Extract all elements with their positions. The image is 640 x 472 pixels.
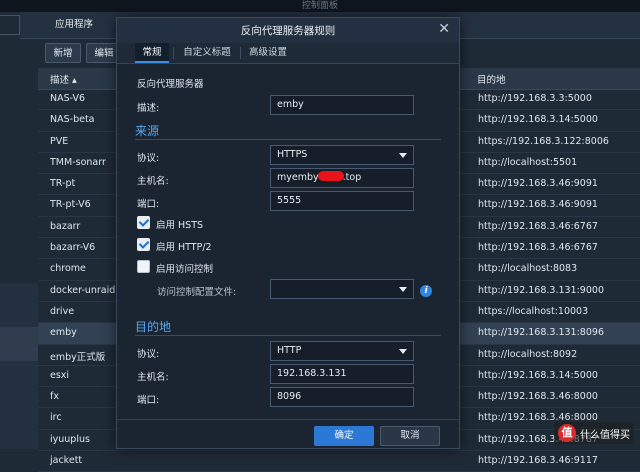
row-destination: http://192.168.3.46:9117 — [478, 455, 598, 467]
row-destination: https://localhost:10003 — [478, 305, 589, 317]
tab-advanced[interactable]: 高级设置 — [243, 43, 293, 63]
window-title: 控制面板 — [0, 0, 640, 12]
redaction-mark — [317, 171, 344, 181]
row-destination: http://192.168.3.46:6767 — [478, 242, 598, 254]
row-description: NAS-V6 — [50, 93, 86, 104]
tab-custom-header[interactable]: 自定义标题 — [177, 43, 237, 63]
add-button[interactable]: 新增 — [45, 43, 81, 63]
dest-protocol-value: HTTP — [277, 345, 302, 356]
source-protocol-select[interactable]: HTTPS — [270, 145, 414, 165]
left-search-field[interactable] — [0, 15, 20, 35]
row-description: iyuuplus — [50, 433, 90, 445]
watermark-logo-icon: 值 — [558, 424, 576, 442]
info-icon[interactable]: i — [420, 285, 432, 297]
source-heading: 来源 — [135, 124, 160, 138]
dest-hostname-field[interactable]: 192.168.3.131 — [270, 364, 414, 384]
access-control-checkbox[interactable] — [137, 260, 150, 273]
row-description: emby正式版 — [50, 351, 106, 363]
tab-separator — [240, 47, 241, 59]
row-destination: http://192.168.3.46:6767 — [478, 220, 598, 232]
hostname-suffix: .top — [342, 172, 362, 183]
row-description: docker-unraid — [50, 284, 116, 296]
row-description: bazarr — [50, 220, 81, 232]
dest-protocol-select[interactable]: HTTP — [270, 341, 414, 361]
watermark-text: 什么值得买 — [580, 429, 630, 441]
http2-checkbox[interactable] — [137, 238, 150, 251]
hsts-label[interactable]: 启用 HSTS — [156, 217, 203, 231]
source-protocol-label: 协议: — [137, 153, 160, 164]
row-description: irc — [50, 412, 62, 424]
row-destination: http://192.168.3.14:5000 — [478, 114, 598, 126]
row-destination: http://localhost:8092 — [478, 348, 578, 360]
chevron-down-icon — [399, 153, 407, 158]
source-port-field[interactable]: 5555 — [270, 191, 414, 211]
row-description: TMM-sonarr — [50, 156, 106, 168]
column-destination[interactable]: 目的地 — [477, 72, 506, 86]
row-destination: http://localhost:5501 — [478, 156, 578, 168]
access-profile-label: 访问控制配置文件: — [157, 287, 237, 298]
access-profile-select[interactable] — [270, 279, 414, 299]
row-description: jackett — [50, 455, 83, 467]
dialog-tabs: 常规 自定义标题 高级设置 — [117, 43, 459, 64]
dest-port-field[interactable]: 8096 — [270, 387, 414, 407]
tab-general[interactable]: 常规 — [135, 43, 169, 63]
row-destination: https://192.168.3.122:8006 — [478, 135, 609, 147]
tab-separator — [173, 47, 174, 59]
table-row[interactable]: jackett http://192.168.3.46:9117 — [38, 451, 640, 472]
row-description: PVE — [50, 135, 69, 147]
dest-port-label: 端口: — [137, 395, 160, 406]
row-description: emby — [50, 327, 77, 339]
destination-heading: 目的地 — [135, 320, 172, 334]
reverse-proxy-rule-dialog: 反向代理服务器规则 ✕ 常规 自定义标题 高级设置 反向代理服务器 描述: em… — [116, 17, 460, 449]
row-description: TR-pt-V6 — [50, 199, 91, 211]
row-description: esxi — [50, 369, 70, 381]
source-port-label: 端口: — [137, 199, 160, 210]
row-description: bazarr-V6 — [50, 242, 96, 254]
server-heading: 反向代理服务器 — [137, 79, 204, 90]
cancel-button[interactable]: 取消 — [380, 426, 440, 446]
close-icon[interactable]: ✕ — [438, 21, 450, 37]
dest-protocol-label: 协议: — [137, 349, 160, 360]
hostname-prefix: myemby — [277, 172, 319, 183]
row-destination: http://192.168.3.14:5000 — [478, 369, 598, 381]
source-hostname-label: 主机名: — [137, 176, 169, 187]
watermark: 值 什么值得买 — [554, 422, 634, 444]
description-field[interactable]: emby — [270, 95, 414, 115]
row-destination: http://192.168.3.131:8096 — [478, 327, 604, 339]
ok-button[interactable]: 确定 — [314, 426, 374, 446]
row-description: TR-pt — [50, 178, 76, 190]
tab-applications[interactable]: 应用程序 — [45, 14, 103, 36]
dest-hostname-label: 主机名: — [137, 372, 169, 383]
description-label: 描述: — [137, 103, 160, 114]
row-destination: http://192.168.3.3:5000 — [478, 93, 592, 104]
row-destination: http://192.168.3.131:9000 — [478, 284, 604, 296]
left-panel — [0, 283, 38, 449]
row-destination: http://192.168.3.46:9091 — [478, 199, 598, 211]
row-destination: http://192.168.3.46:9091 — [478, 178, 598, 190]
source-divider — [135, 139, 441, 140]
row-description: NAS-beta — [50, 114, 95, 126]
source-hostname-field[interactable]: myemby .top — [270, 168, 414, 188]
source-protocol-value: HTTPS — [277, 149, 308, 160]
http2-label[interactable]: 启用 HTTP/2 — [156, 239, 212, 253]
dialog-footer: 确定 取消 — [117, 419, 459, 449]
chevron-down-icon — [399, 287, 407, 292]
hsts-checkbox[interactable] — [137, 216, 150, 229]
destination-divider — [135, 335, 441, 336]
row-destination: http://localhost:8083 — [478, 263, 578, 275]
access-control-label[interactable]: 启用访问控制 — [156, 261, 213, 275]
dialog-title: 反向代理服务器规则 — [240, 25, 336, 37]
row-destination: http://192.168.3.46:8000 — [478, 391, 598, 403]
left-panel-selected-row[interactable] — [0, 327, 38, 361]
row-description: chrome — [50, 263, 86, 275]
row-description: fx — [50, 391, 59, 403]
dialog-header: 反向代理服务器规则 ✕ — [117, 18, 459, 43]
chevron-down-icon — [399, 349, 407, 354]
row-description: drive — [50, 305, 75, 317]
column-description[interactable]: 描述 ▴ — [50, 72, 77, 86]
